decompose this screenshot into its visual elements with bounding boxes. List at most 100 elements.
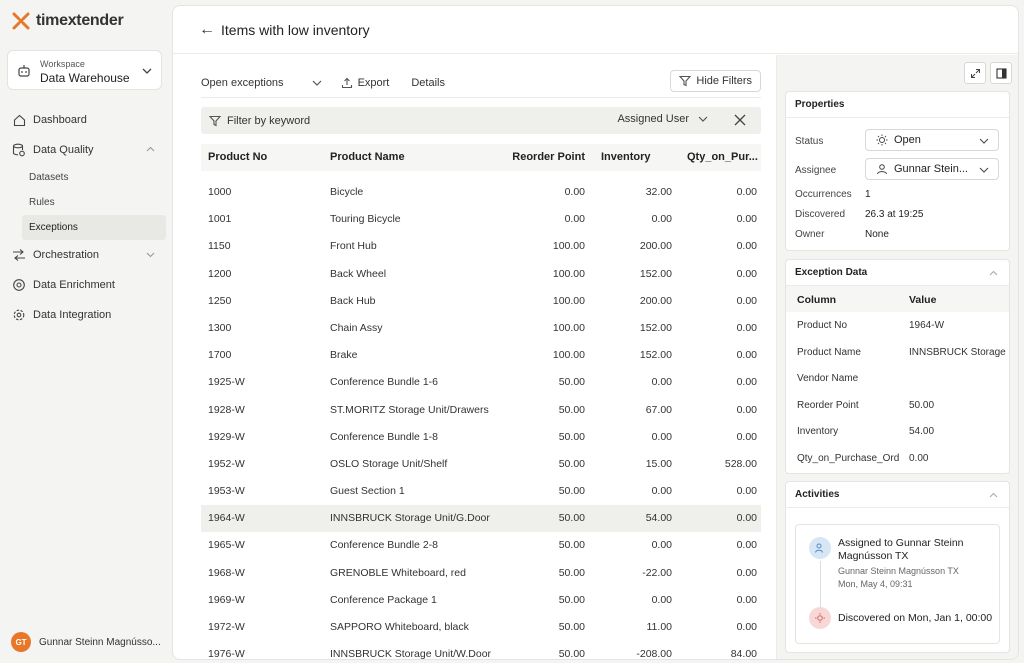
home-icon bbox=[11, 112, 27, 128]
cell-qty-on-purchase: 528.00 bbox=[724, 457, 757, 470]
cell-product-name: Chain Assy bbox=[330, 321, 383, 334]
cell-qty-on-purchase: 0.00 bbox=[736, 621, 757, 633]
toggle-panel-button[interactable] bbox=[990, 62, 1012, 84]
table-row[interactable]: 1968-W GRENOBLE Whiteboard, red 50.00 -22.0… bbox=[201, 560, 761, 587]
workspace-selector[interactable]: Workspace Data Warehouse bbox=[7, 50, 162, 90]
sidebar-item-data-integration[interactable]: Data Integration bbox=[0, 300, 172, 330]
cell-reorder-point: 100.00 bbox=[552, 321, 585, 334]
sidebar-subitem-exceptions[interactable]: Exceptions bbox=[22, 215, 166, 240]
column-header-qty-on-purchase[interactable]: Qty_on_Pur... bbox=[687, 144, 761, 171]
details-button[interactable]: Details bbox=[411, 77, 445, 89]
close-icon[interactable] bbox=[733, 113, 747, 127]
cell-reorder-point: 100.00 bbox=[552, 349, 585, 362]
sidebar-item-dashboard[interactable]: Dashboard bbox=[0, 105, 172, 135]
cell-qty-on-purchase: 0.00 bbox=[736, 186, 757, 198]
export-icon bbox=[341, 77, 352, 88]
activity-by: Gunnar Steinn Magnússon TX bbox=[838, 566, 959, 576]
keyword-filter-input[interactable]: Filter by keyword bbox=[227, 115, 310, 127]
table-row[interactable]: 1250 Back Hub 100.00 200.00 0.00 bbox=[201, 288, 761, 315]
cell-product-name: Conference Bundle 2-8 bbox=[330, 539, 438, 552]
user-profile[interactable]: GT Gunnar Steinn Magnússo... bbox=[11, 632, 161, 652]
exception-column-value: 54.00 bbox=[909, 426, 935, 437]
column-header-product-no[interactable]: Product No bbox=[208, 144, 318, 171]
view-dropdown[interactable]: Open exceptions bbox=[201, 77, 323, 89]
table-body: 1000 Bicycle 0.00 32.00 0.00 1001 Touring Bicy… bbox=[201, 179, 761, 659]
status-select[interactable]: Open bbox=[865, 129, 999, 151]
table-row[interactable]: 1976-W INNSBRUCK Storage Unit/W.Door 50.00… bbox=[201, 641, 761, 659]
cell-qty-on-purchase: 0.00 bbox=[736, 430, 757, 443]
cell-product-no: 1964-W bbox=[208, 512, 245, 525]
cell-inventory: 0.00 bbox=[651, 593, 672, 606]
exception-data-title[interactable]: Exception Data bbox=[786, 260, 1009, 286]
table-row[interactable]: 1928-W ST.MORITZ Storage Unit/Drawers 50.0… bbox=[201, 397, 761, 424]
table-row[interactable]: 1150 Front Hub 100.00 200.00 0.00 bbox=[201, 233, 761, 260]
exception-data-title-text: Exception Data bbox=[795, 267, 868, 278]
back-arrow-icon[interactable]: ← bbox=[199, 21, 215, 39]
exceptions-content: Open exceptions Export Details Hide Filt… bbox=[173, 55, 776, 659]
exception-data-row: Reorder Point 50.00 bbox=[786, 392, 1009, 418]
table-row[interactable]: 1925-W Conference Bundle 1-6 50.00 0.00 0.00 bbox=[201, 369, 761, 396]
cell-qty-on-purchase: 0.00 bbox=[736, 485, 757, 498]
table-row[interactable]: 1972-W SAPPORO Whiteboard, black 50.00 11.0… bbox=[201, 614, 761, 641]
assigned-user-filter[interactable]: Assigned User bbox=[617, 113, 709, 125]
cell-inventory: 67.00 bbox=[645, 403, 672, 416]
cell-qty-on-purchase: 0.00 bbox=[736, 294, 757, 307]
table-row[interactable]: 1700 Brake 100.00 152.00 0.00 bbox=[201, 342, 761, 369]
cell-product-no: 1000 bbox=[208, 186, 232, 198]
cell-product-no: 1300 bbox=[208, 321, 232, 334]
cell-product-name: GRENOBLE Whiteboard, red bbox=[330, 566, 466, 579]
column-header-reorder-point[interactable]: Reorder Point bbox=[501, 144, 585, 171]
table-row[interactable]: 1969-W Conference Package 1 50.00 0.00 0.00 bbox=[201, 587, 761, 614]
table-row[interactable]: 1000 Bicycle 0.00 32.00 0.00 bbox=[201, 179, 761, 206]
table-row[interactable]: 1200 Back Wheel 100.00 152.00 0.00 bbox=[201, 261, 761, 288]
sidebar-item-data-enrichment[interactable]: Data Enrichment bbox=[0, 270, 172, 300]
cell-product-name: Guest Section 1 bbox=[330, 485, 405, 498]
cell-reorder-point: 50.00 bbox=[558, 512, 585, 525]
cell-reorder-point: 0.00 bbox=[564, 186, 585, 198]
filter-bar: Filter by keyword Assigned User bbox=[201, 107, 761, 134]
sidebar-item-data-quality[interactable]: Data Quality bbox=[0, 135, 172, 165]
filter-icon bbox=[209, 115, 221, 126]
brand-logo[interactable]: timextender bbox=[12, 12, 124, 30]
cell-inventory: 0.00 bbox=[651, 430, 672, 443]
sidebar-subitem-rules[interactable]: Rules bbox=[22, 190, 166, 215]
activity-title: Discovered on Mon, Jan 1, 00:00 bbox=[838, 612, 993, 624]
expand-icon bbox=[970, 68, 980, 78]
sidebar-subitem-datasets[interactable]: Datasets bbox=[22, 165, 166, 190]
assignee-select[interactable]: Gunnar Stein... bbox=[865, 158, 999, 180]
assigned-user-label: Assigned User bbox=[617, 113, 689, 125]
cell-product-name: Conference Bundle 1-6 bbox=[330, 376, 438, 389]
export-label: Export bbox=[357, 76, 390, 89]
enrichment-icon bbox=[11, 277, 27, 293]
column-header-product-name[interactable]: Product Name bbox=[330, 144, 500, 171]
cell-product-no: 1972-W bbox=[208, 621, 245, 633]
export-button[interactable]: Export bbox=[341, 76, 390, 89]
activity-title: Assigned to Gunnar Steinn Magnússon TX bbox=[838, 537, 964, 562]
cell-reorder-point: 50.00 bbox=[558, 539, 585, 552]
table-row[interactable]: 1964-W INNSBRUCK Storage Unit/G.Door 50.00… bbox=[201, 505, 761, 533]
table-row[interactable]: 1965-W Conference Bundle 2-8 50.00 0.00 0.00 bbox=[201, 532, 761, 559]
cell-product-name: Front Hub bbox=[330, 240, 377, 253]
column-header-inventory[interactable]: Inventory bbox=[601, 144, 680, 171]
sun-icon bbox=[876, 134, 888, 146]
table-header: Product No Product Name Reorder Point In… bbox=[201, 144, 761, 171]
cell-product-no: 1150 bbox=[208, 240, 231, 253]
cell-product-no: 1969-W bbox=[208, 593, 245, 606]
table-row[interactable]: 1929-W Conference Bundle 1-8 50.00 0.00 0.00 bbox=[201, 424, 761, 451]
exception-column-value: 50.00 bbox=[909, 399, 935, 411]
cell-reorder-point: 100.00 bbox=[552, 240, 585, 253]
cell-qty-on-purchase: 0.00 bbox=[736, 512, 757, 525]
table-row[interactable]: 1953-W Guest Section 1 50.00 0.00 0.00 bbox=[201, 478, 761, 505]
properties-title: Properties bbox=[786, 92, 1009, 118]
table-row[interactable]: 1952-W OSLO Storage Unit/Shelf 50.00 15.00 5… bbox=[201, 451, 761, 478]
hide-filters-button[interactable]: Hide Filters bbox=[670, 70, 761, 92]
activities-title[interactable]: Activities bbox=[786, 482, 1009, 508]
expand-button[interactable] bbox=[964, 62, 986, 84]
table-row[interactable]: 1300 Chain Assy 100.00 152.00 0.00 bbox=[201, 315, 761, 342]
details-label: Details bbox=[411, 76, 445, 89]
cell-reorder-point: 50.00 bbox=[558, 376, 585, 389]
cell-reorder-point: 50.00 bbox=[558, 430, 585, 443]
exception-column-name: Product Name bbox=[797, 346, 861, 358]
sidebar-item-orchestration[interactable]: Orchestration bbox=[0, 240, 172, 270]
table-row[interactable]: 1001 Touring Bicycle 0.00 0.00 0.00 bbox=[201, 206, 761, 233]
